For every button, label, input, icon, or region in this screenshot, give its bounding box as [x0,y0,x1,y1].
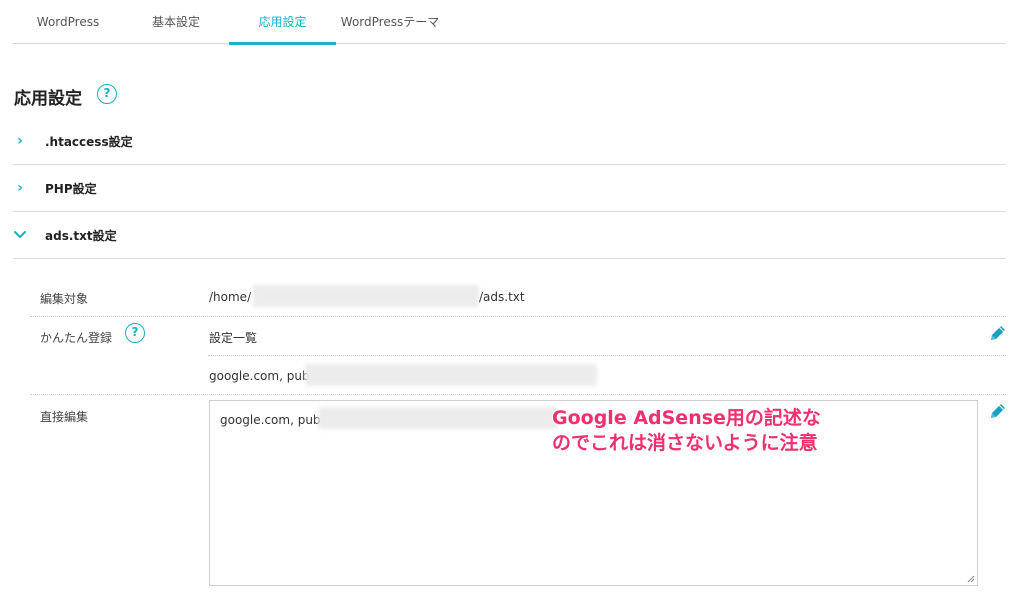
settings-list-label: 設定一覧 [209,331,258,345]
pencil-icon[interactable] [988,323,1008,343]
divider [30,316,1006,317]
pencil-icon[interactable] [988,401,1008,421]
target-path-suffix: /ads.txt [479,290,525,304]
annotation-note: Google AdSense用の記述な のでこれは消さないように注意 [552,407,821,454]
target-path-prefix: /home/ [209,290,252,304]
section-ads-txt[interactable]: ads.txt設定 [13,212,1006,259]
section-label: PHP設定 [45,181,97,196]
section-php[interactable]: › PHP設定 [13,165,1006,212]
question-circle-icon[interactable]: ? [97,84,117,104]
section-label: .htaccess設定 [45,134,133,149]
tab-advanced-settings[interactable]: 応用設定 [229,0,336,45]
chevron-right-icon: › [17,180,23,196]
textarea-content: google.com, pub- [220,413,325,427]
tab-wordpress-theme[interactable]: WordPressテーマ [339,0,441,44]
target-label: 編集対象 [40,292,89,306]
entry-value: google.com, pub- [209,369,314,383]
divider [208,355,1006,356]
chevron-right-icon: › [17,133,23,149]
section-htaccess[interactable]: › .htaccess設定 [13,118,1006,165]
section-label: ads.txt設定 [45,228,117,243]
tab-wordpress[interactable]: WordPress [23,0,113,44]
chevron-down-icon [13,212,27,258]
divider [30,394,1006,395]
page-title: 応用設定 [14,89,82,109]
simple-registration-label: かんたん登録 [40,331,113,345]
tab-bar: WordPress 基本設定 応用設定 WordPressテーマ [13,0,1006,45]
resize-grip-icon[interactable] [967,575,975,583]
redacted-area [305,364,597,386]
redacted-area [318,407,558,429]
redacted-area [253,285,479,307]
direct-edit-label: 直接編集 [40,410,89,424]
app-root: WordPress 基本設定 応用設定 WordPressテーマ 応用設定 ? … [0,0,1024,598]
question-circle-icon[interactable]: ? [125,323,145,343]
tab-basic-settings[interactable]: 基本設定 [131,0,221,44]
